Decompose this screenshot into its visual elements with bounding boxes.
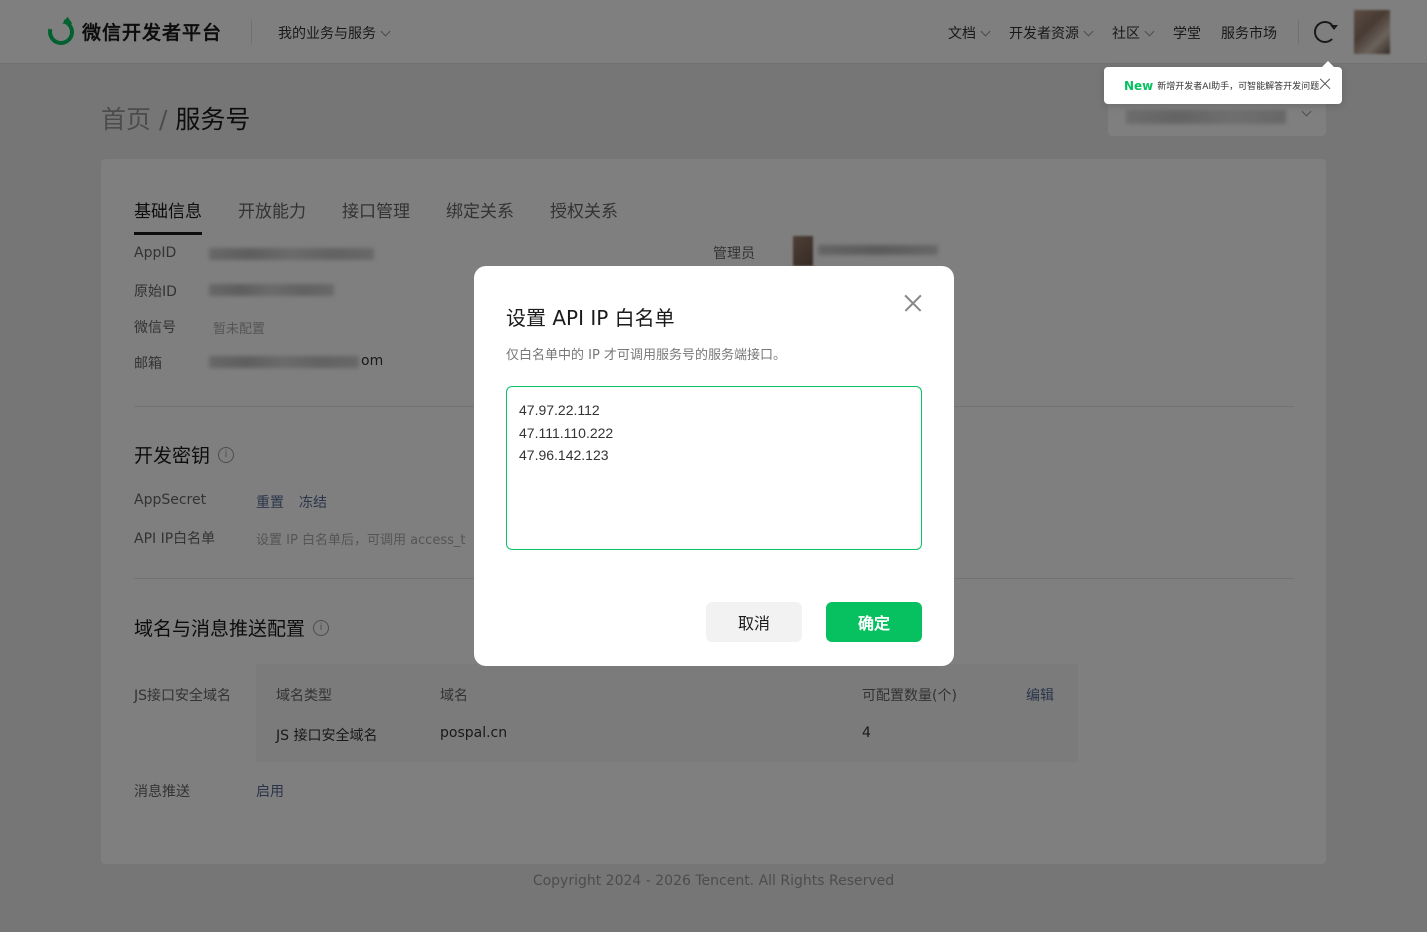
- ip-whitelist-dialog: 设置 API IP 白名单 仅白名单中的 IP 才可调用服务号的服务端接口。 4…: [474, 266, 954, 666]
- ip-whitelist-textarea[interactable]: 47.97.22.112 47.111.110.222 47.96.142.12…: [506, 386, 922, 550]
- ai-assistant-tooltip: New 新增开发者AI助手，可智能解答开发问题: [1104, 61, 1342, 104]
- close-icon[interactable]: [902, 292, 924, 314]
- dialog-title: 设置 API IP 白名单: [506, 306, 675, 330]
- close-icon[interactable]: [1318, 77, 1332, 91]
- tooltip-text: 新增开发者AI助手，可智能解答开发问题: [1157, 82, 1320, 92]
- cancel-button[interactable]: 取消: [706, 602, 802, 642]
- confirm-button[interactable]: 确定: [826, 602, 922, 642]
- dialog-description: 仅白名单中的 IP 才可调用服务号的服务端接口。: [506, 348, 786, 363]
- new-badge: New: [1124, 78, 1154, 93]
